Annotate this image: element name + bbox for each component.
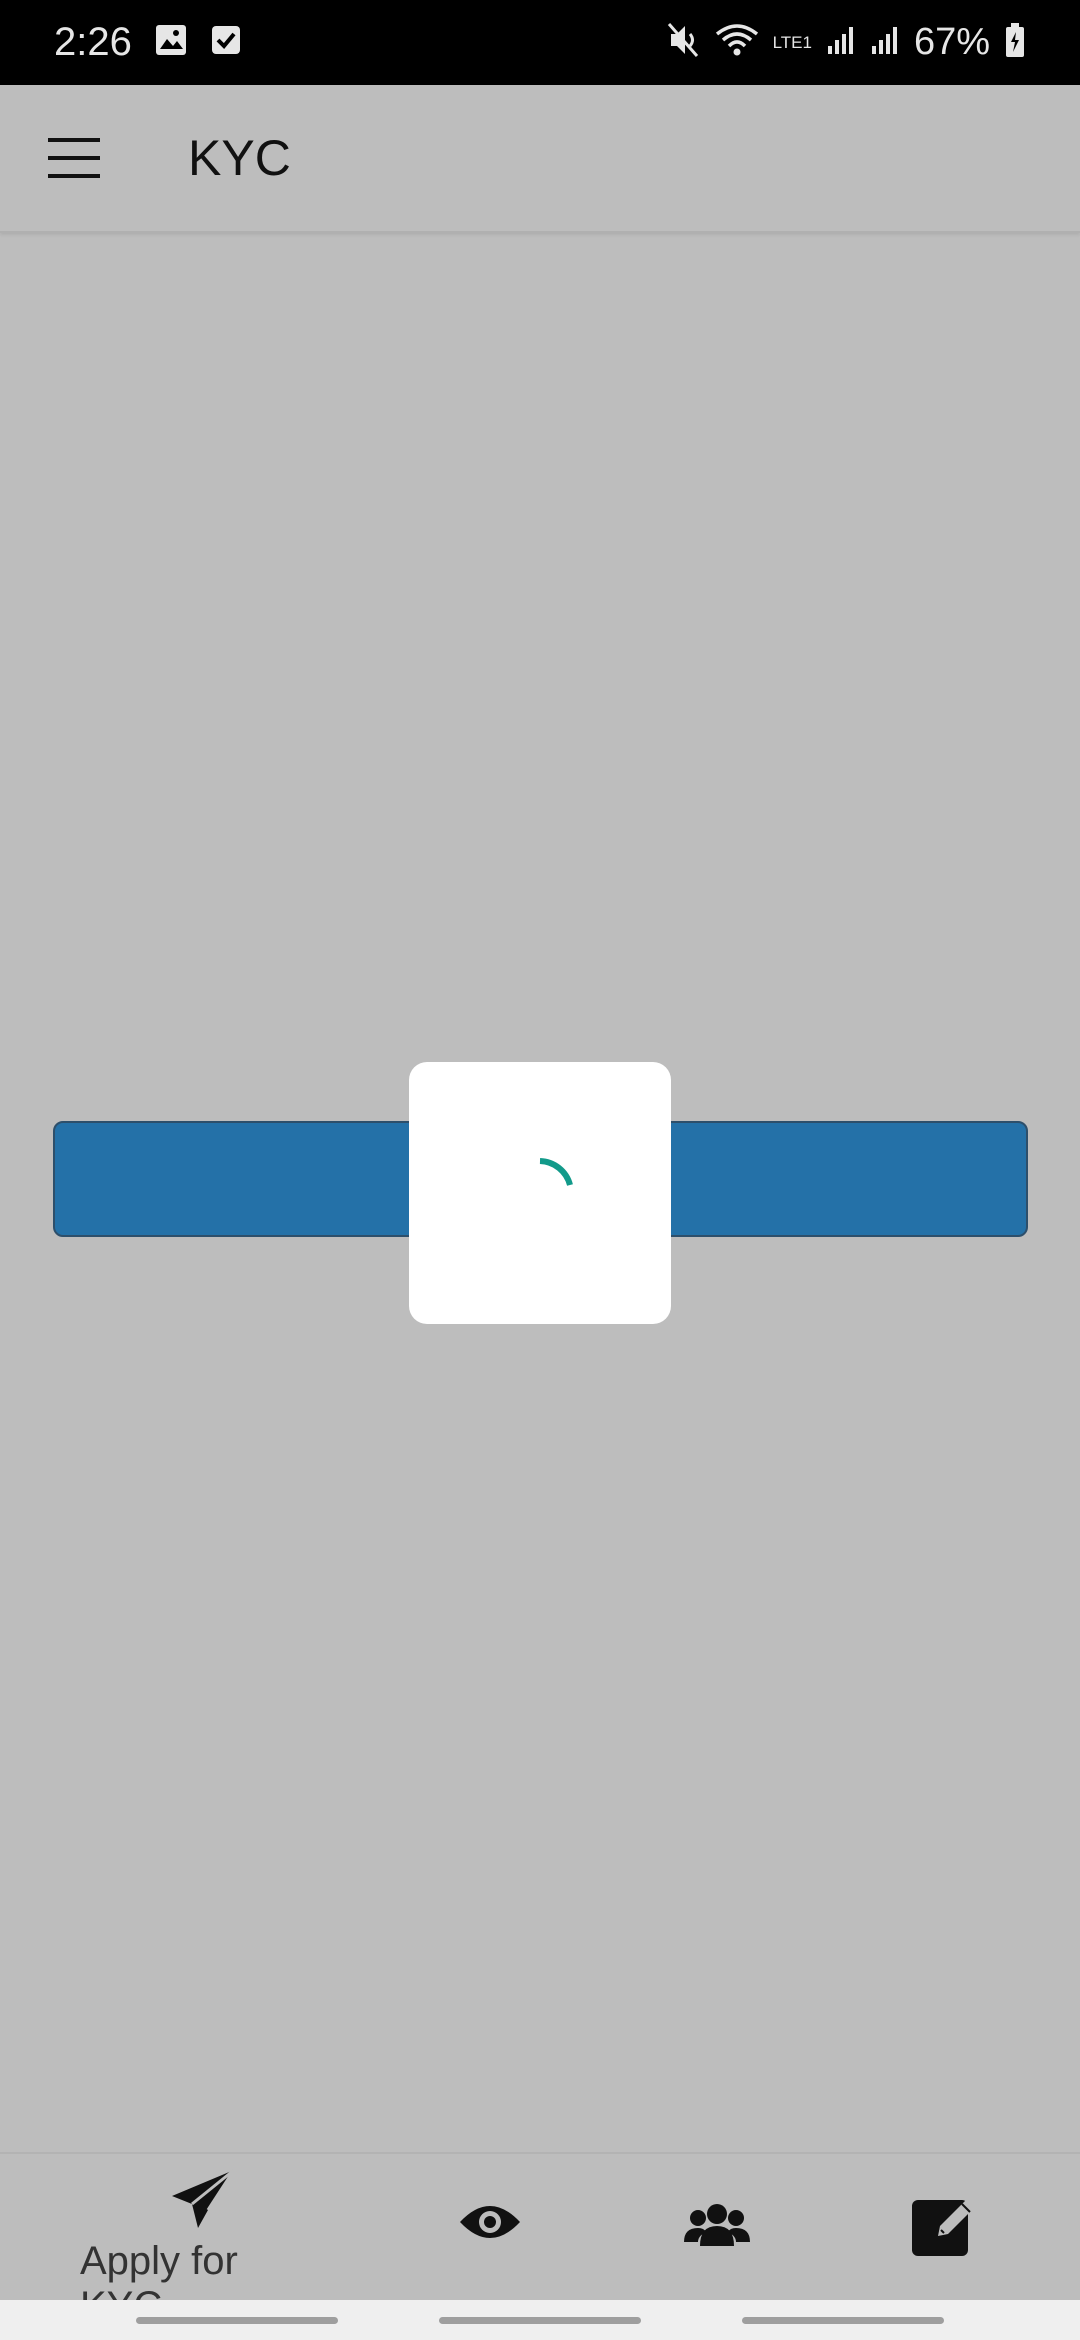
nav-gesture-home[interactable] [439,2317,641,2324]
battery-icon [1004,22,1026,63]
nav-gesture-right[interactable] [742,2317,944,2324]
send-icon [170,2168,236,2235]
nav-users[interactable] [684,2202,750,2251]
nav-gesture-left[interactable] [136,2317,338,2324]
status-right: LTE1 67% [667,21,1026,64]
status-bar: 2:26 LTE1 67% [0,0,1080,85]
wifi-icon [715,22,759,63]
app-bar: KYC [0,85,1080,233]
battery-percentage: 67% [913,21,990,63]
edit-icon [910,2194,976,2263]
nav-edit[interactable] [910,2194,976,2263]
loading-spinner-icon [539,1158,573,1186]
signal-icon [826,24,856,61]
hamburger-menu-icon[interactable] [48,138,100,178]
system-navigation-bar [0,2300,1080,2340]
status-time: 2:26 [54,20,132,64]
loading-dialog [409,1062,671,1324]
mute-icon [667,22,701,63]
nav-view[interactable] [458,2202,522,2247]
users-icon [684,2202,750,2251]
checkbox-notification-icon [210,24,242,61]
eye-icon [458,2202,522,2247]
gallery-icon [154,23,188,62]
bottom-navigation: Apply for KYC [0,2152,1080,2328]
status-left: 2:26 [54,20,242,65]
network-type-label: LTE1 [772,33,812,52]
page-title: KYC [188,130,291,186]
signal-icon-2 [870,24,900,61]
